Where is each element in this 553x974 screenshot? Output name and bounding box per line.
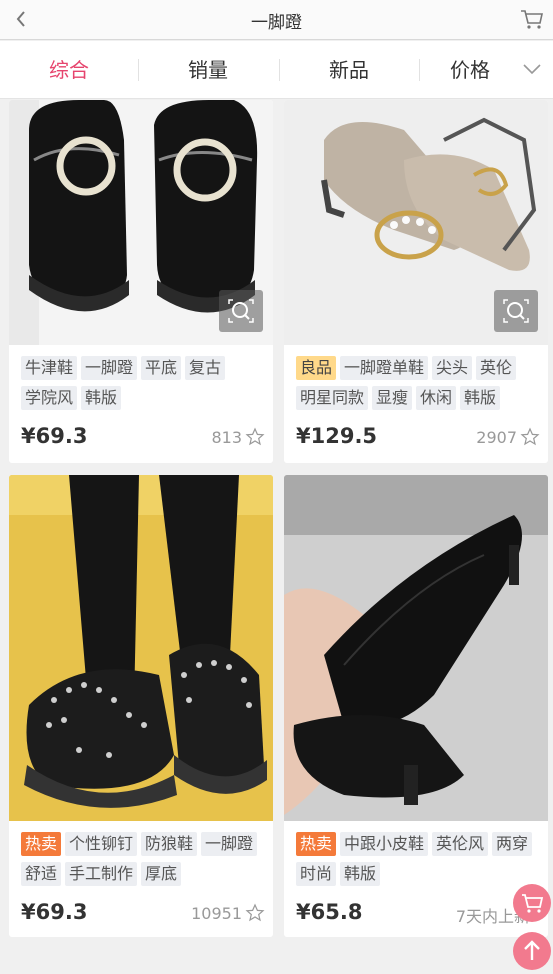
tag-list: 良品 一脚蹬单鞋 尖头 英伦明星同款 显瘦 休闲 韩版	[296, 356, 542, 416]
product-image[interactable]	[9, 475, 273, 821]
tag[interactable]: 时尚	[296, 862, 337, 886]
product-card[interactable]: 热卖 个性铆钉 防狼鞋 一脚蹬舒适 手工制作 厚底 ¥69.3 10951	[9, 475, 273, 937]
hot-sale-badge: 热卖	[21, 832, 62, 856]
tag[interactable]: 平底	[141, 356, 182, 380]
zoom-button[interactable]	[219, 290, 263, 332]
page-title: 一脚蹬	[251, 13, 302, 33]
favorite-count-label: 2907	[476, 427, 517, 447]
tag-list: 牛津鞋 一脚蹬 平底 复古学院风 韩版	[21, 356, 267, 416]
tag[interactable]: 手工制作	[65, 862, 138, 886]
tag[interactable]: 防狼鞋	[141, 832, 198, 856]
tag[interactable]: 一脚蹬	[81, 356, 138, 380]
hot-sale-badge: 热卖	[296, 832, 337, 856]
cart-button[interactable]	[519, 6, 545, 32]
tag[interactable]: 休闲	[416, 386, 457, 410]
favorite-count[interactable]: 2907	[476, 427, 540, 447]
product-price: ¥69.3	[21, 424, 88, 448]
sort-tab-price[interactable]: 价格	[420, 41, 520, 99]
cart-icon	[522, 894, 544, 913]
favorite-count-label: 813	[211, 427, 242, 447]
tag[interactable]: 英伦风	[432, 832, 489, 856]
tag[interactable]: 牛津鞋	[21, 356, 78, 380]
zoom-search-icon	[503, 299, 529, 323]
tag-list: 热卖 个性铆钉 防狼鞋 一脚蹬舒适 手工制作 厚底	[21, 832, 267, 892]
favorite-count[interactable]: 813	[211, 427, 265, 447]
arrow-up-icon	[524, 940, 540, 960]
back-to-top-button[interactable]	[513, 932, 551, 970]
tag[interactable]: 舒适	[21, 862, 62, 886]
product-card[interactable]: 良品 一脚蹬单鞋 尖头 英伦明星同款 显瘦 休闲 韩版 ¥129.5 2907	[284, 100, 548, 463]
sort-tab-sales[interactable]: 销量	[139, 41, 277, 99]
product-price: ¥69.3	[21, 900, 88, 924]
tag[interactable]: 中跟小皮鞋	[340, 832, 429, 856]
floating-cart-button[interactable]	[513, 884, 551, 922]
sort-tab-new[interactable]: 新品	[280, 41, 418, 99]
sort-bar: 综合 销量 新品 价格	[0, 41, 553, 99]
tag[interactable]: 两穿	[492, 832, 533, 856]
product-card[interactable]: 热卖 中跟小皮鞋 英伦风 两穿时尚 韩版 ¥65.8 7天内上新	[284, 475, 548, 937]
tag[interactable]: 显瘦	[372, 386, 413, 410]
tag[interactable]: 一脚蹬	[201, 832, 258, 856]
zoom-search-icon	[228, 299, 254, 323]
product-image[interactable]	[284, 475, 548, 821]
favorite-count[interactable]: 10951	[191, 903, 265, 923]
chevron-down-icon[interactable]	[523, 63, 541, 75]
tag[interactable]: 尖头	[432, 356, 473, 380]
zoom-button[interactable]	[494, 290, 538, 332]
tag[interactable]: 韩版	[460, 386, 501, 410]
star-icon	[520, 427, 540, 446]
tag[interactable]: 英伦	[476, 356, 517, 380]
product-card[interactable]: 牛津鞋 一脚蹬 平底 复古学院风 韩版 ¥69.3 813	[9, 100, 273, 463]
tag[interactable]: 厚底	[141, 862, 182, 886]
tag[interactable]: 明星同款	[296, 386, 369, 410]
good-product-badge: 良品	[296, 356, 337, 380]
tag[interactable]: 个性铆钉	[65, 832, 138, 856]
tag[interactable]: 韩版	[81, 386, 122, 410]
tag[interactable]: 一脚蹬单鞋	[340, 356, 429, 380]
star-icon	[245, 427, 265, 446]
favorite-count-label: 10951	[191, 903, 242, 923]
tag[interactable]: 复古	[185, 356, 226, 380]
tag[interactable]: 韩版	[340, 862, 381, 886]
cart-icon	[521, 10, 543, 29]
tag[interactable]: 学院风	[21, 386, 78, 410]
product-price: ¥129.5	[296, 424, 378, 448]
tag-list: 热卖 中跟小皮鞋 英伦风 两穿时尚 韩版	[296, 832, 542, 892]
star-icon	[245, 903, 265, 922]
top-bar: 一脚蹬	[0, 0, 553, 40]
product-price: ¥65.8	[296, 900, 363, 924]
sort-tab-comprehensive[interactable]: 综合	[0, 41, 138, 99]
